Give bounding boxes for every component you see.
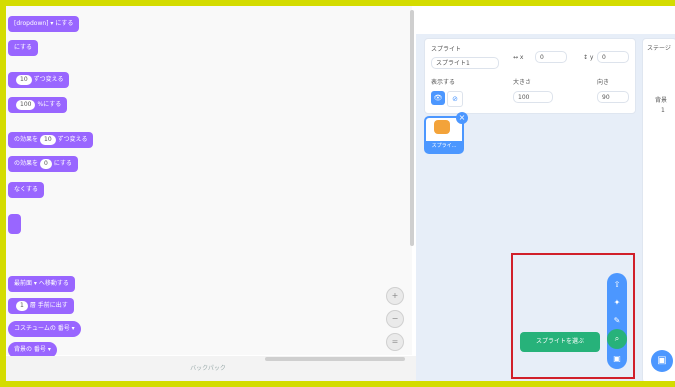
x-field[interactable]: 0 [535,51,567,63]
block-palette: [dropdown] ▾ にする にする 10 ずつ変える 100 %にする の効果… [0,6,126,358]
looks-block[interactable] [8,214,21,234]
looks-block[interactable]: 最前面 ▾ へ移動する [8,276,75,292]
direction-field[interactable]: 90 [597,91,629,103]
zoom-out-icon: − [391,314,399,323]
delete-sprite-button[interactable]: × [456,112,468,124]
sprite-info-panel: スプライト スプライト1 ↔ x 0 ↕ y 0 表示する 👁 ⊘ 大きさ 10… [424,38,636,114]
zoom-in-icon: + [391,291,399,300]
block-input[interactable]: 10 [40,135,56,145]
size-field[interactable]: 100 [513,91,553,103]
y-field[interactable]: 0 [597,51,629,63]
backdrop-count: 1 [661,107,665,114]
backpack-label: バックパック [190,365,226,372]
zoom-in-button[interactable]: + [386,287,404,305]
image-icon: ▣ [657,355,667,366]
direction-label: 向き [597,79,610,86]
looks-block[interactable]: の効果を 0 にする [8,156,78,172]
block-label: にする [14,44,33,51]
block-label: の効果を [14,160,39,167]
sprite-name-field[interactable]: スプライト1 [431,57,499,69]
y-label: ↕ y [583,54,594,61]
horizontal-scrollbar[interactable] [265,357,405,361]
show-label: 表示する [431,79,456,86]
choose-backdrop-button[interactable]: ▣ [651,350,673,372]
x-label: ↔ x [513,54,524,61]
block-label: [dropdown] ▾ にする [14,20,74,27]
looks-block[interactable]: 10 ずつ変える [8,72,70,88]
stage-title: ステージ [647,45,671,52]
code-area[interactable] [125,6,412,355]
block-label: 背景の 番号 ▾ [14,346,51,353]
cat-icon [434,120,450,134]
highlight-box [511,253,635,379]
vertical-scrollbar[interactable] [410,10,414,246]
looks-block[interactable]: なくする [8,182,45,198]
block-label: なくする [14,186,39,193]
sprite-thumb-label: スプライ... [426,141,462,152]
block-label: %にする [37,101,62,108]
zoom-reset-button[interactable]: = [386,333,404,351]
block-label: コスチュームの 番号 ▾ [14,325,75,332]
looks-block[interactable]: の効果を 10 ずつ変える [8,132,94,148]
zoom-out-button[interactable]: − [386,310,404,328]
eye-slash-icon: ⊘ [452,95,458,103]
zoom-reset-icon: = [391,337,399,346]
reporter-block[interactable]: コスチュームの 番号 ▾ [8,321,81,337]
sprite-label: スプライト [431,46,462,53]
block-label: ずつ変える [57,136,88,143]
looks-block[interactable]: にする [8,40,39,56]
looks-block[interactable]: 1層 手前に出す [8,298,74,314]
block-input[interactable]: 1 [16,301,28,311]
block-label: の効果を [14,136,39,143]
backdrop-label: 背景 [655,97,668,104]
stage-area[interactable] [416,6,675,35]
sprite-thumbnail[interactable]: スプライ... × [424,112,468,154]
block-input[interactable]: 100 [16,100,36,110]
eye-icon: 👁 [433,94,443,102]
close-icon: × [458,113,466,122]
block-label: にする [53,160,72,167]
looks-block[interactable]: 100 %にする [8,97,68,113]
block-label: 層 手前に出す [29,302,68,309]
block-input[interactable]: 10 [16,75,32,85]
block-label: 最前面 ▾ へ移動する [14,280,69,287]
block-label: ずつ変える [33,76,64,83]
hide-button[interactable]: ⊘ [447,91,463,107]
stage-panel[interactable]: ステージ 背景 1 [642,38,675,383]
show-button[interactable]: 👁 [431,91,445,105]
looks-block[interactable]: [dropdown] ▾ にする [8,16,80,32]
block-input[interactable]: 0 [40,159,52,169]
size-label: 大きさ [513,79,532,86]
